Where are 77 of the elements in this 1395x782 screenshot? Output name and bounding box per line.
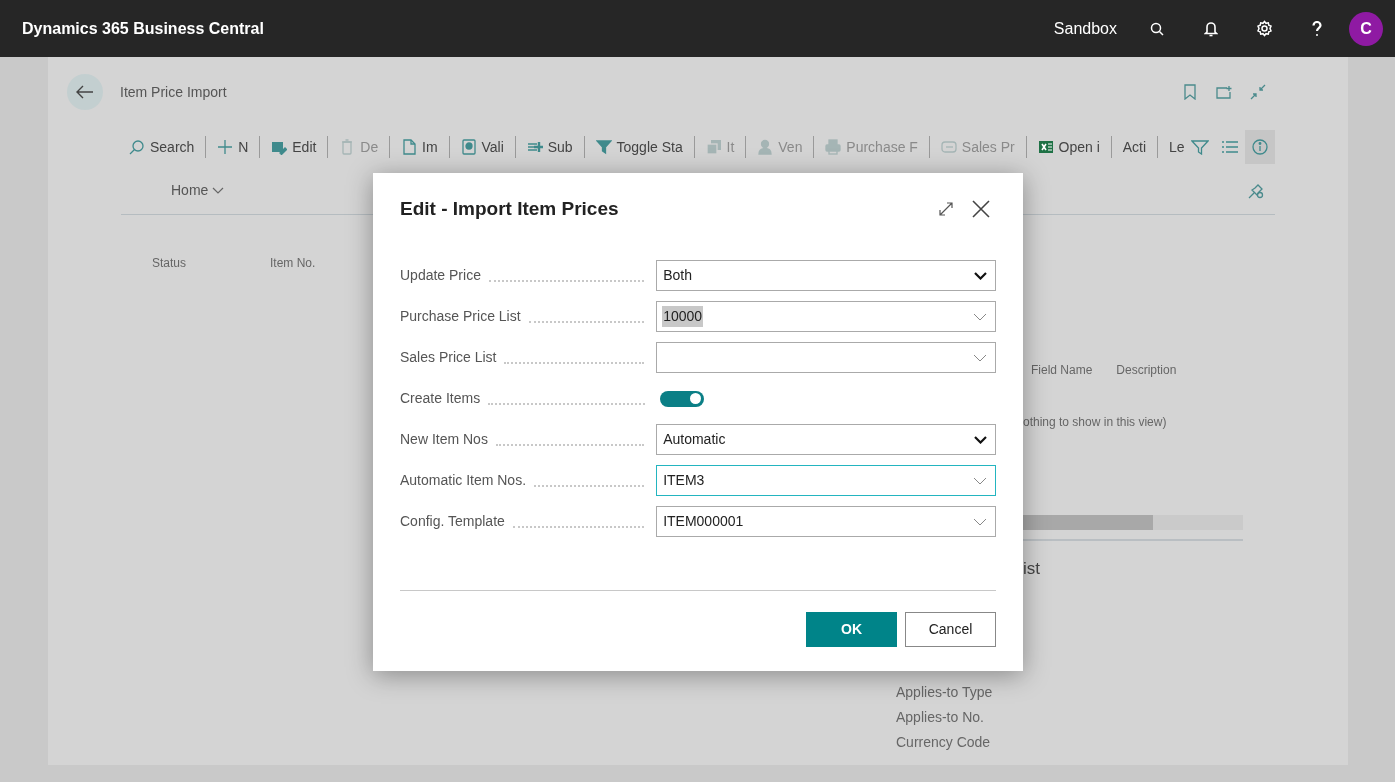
- toolbar-button[interactable]: Le: [1169, 136, 1185, 158]
- dialog-title: Edit - Import Item Prices: [400, 196, 619, 221]
- lookup-field[interactable]: ITEM3: [656, 465, 996, 496]
- bell-icon: [1204, 20, 1218, 37]
- toolbar-button[interactable]: Open i: [1037, 136, 1100, 158]
- spreadsheet-icon: [1037, 139, 1054, 155]
- chevron-down-icon: [974, 435, 987, 444]
- column-header[interactable]: Status: [152, 254, 187, 272]
- chevron-down-icon: [973, 517, 987, 526]
- chevron-down-icon: [973, 312, 987, 321]
- field-label: Update Price: [400, 266, 481, 285]
- toolbar-button[interactable]: Vali: [460, 136, 504, 158]
- list-icon: [1220, 139, 1239, 155]
- lookup-field[interactable]: [656, 342, 996, 373]
- empty-message: othing to show in this view): [1022, 414, 1168, 431]
- dropdown-field[interactable]: Both: [656, 260, 996, 291]
- app-title: Dynamics 365 Business Central: [22, 18, 264, 39]
- info-button[interactable]: [1244, 130, 1276, 164]
- field-label: Purchase Price List: [400, 307, 521, 326]
- search-icon: [1150, 21, 1164, 36]
- pin-icon: [1248, 182, 1264, 199]
- field-label: New Item Nos: [400, 430, 488, 449]
- field-label: Applies-to No.: [896, 707, 985, 727]
- document-icon: [401, 139, 418, 155]
- funnel-icon: [595, 139, 612, 155]
- field-label: Applies-to Type: [896, 682, 994, 702]
- dropdown-field[interactable]: Automatic: [656, 424, 996, 455]
- table-edit-icon: [271, 139, 288, 155]
- new-window-icon: [1215, 85, 1233, 99]
- toolbar-button[interactable]: Toggle Sta: [595, 136, 683, 158]
- chevron-down-icon: [212, 186, 225, 195]
- page-title: Item Price Import: [120, 82, 227, 102]
- column-header[interactable]: Field Name: [1031, 361, 1093, 379]
- lookup-field[interactable]: ITEM000001: [656, 506, 996, 537]
- field-label: Automatic Item Nos.: [400, 471, 527, 490]
- toolbar-button[interactable]: Sub: [526, 136, 573, 158]
- add-rows-icon: [526, 139, 543, 155]
- plus-icon: [217, 139, 234, 155]
- printer-icon: [825, 139, 842, 155]
- environment-label: Sandbox: [1053, 18, 1117, 39]
- close-icon: [971, 199, 991, 219]
- arrow-left-icon: [76, 85, 94, 99]
- home-menu[interactable]: Home: [171, 180, 225, 201]
- user-avatar[interactable]: C: [1349, 11, 1383, 46]
- field-label: Create Items: [400, 389, 481, 408]
- column-header[interactable]: Item No.: [270, 254, 316, 272]
- toggle-switch[interactable]: [660, 390, 704, 407]
- collapse-icon: [1250, 84, 1266, 100]
- chevron-down-icon: [974, 271, 987, 280]
- expand-icon: [938, 201, 954, 217]
- back-button[interactable]: [67, 74, 103, 110]
- validate-icon: [460, 139, 477, 155]
- copy-icon: [705, 139, 722, 155]
- column-header[interactable]: Description: [1116, 361, 1177, 379]
- info-icon: [1250, 139, 1269, 155]
- search-icon: [129, 139, 145, 155]
- settings-icon: [1255, 20, 1273, 37]
- field-label: Config. Template: [400, 512, 505, 531]
- toolbar-button[interactable]: Acti: [1122, 136, 1147, 158]
- toolbar-button[interactable]: N: [217, 136, 249, 158]
- toolbar-button[interactable]: Im: [401, 136, 438, 158]
- toolbar-button[interactable]: Edit: [271, 136, 317, 158]
- filter-icon: [1190, 139, 1209, 155]
- ok-button[interactable]: OK: [806, 612, 897, 647]
- cancel-button[interactable]: Cancel: [905, 612, 996, 647]
- tag-icon: [940, 139, 957, 155]
- field-label: Sales Price List: [400, 348, 497, 367]
- toolbar-button[interactable]: Search: [129, 136, 195, 158]
- collapse-button[interactable]: [1248, 82, 1268, 102]
- person-icon: [757, 139, 774, 155]
- chevron-down-icon: [973, 353, 987, 362]
- section-title: ist: [1022, 558, 1041, 580]
- chevron-down-icon: [973, 476, 987, 485]
- field-label: Currency Code: [896, 732, 992, 752]
- lookup-field[interactable]: 10000: [656, 301, 996, 332]
- help-icon: [1312, 20, 1322, 37]
- bookmark-icon: [1184, 84, 1196, 100]
